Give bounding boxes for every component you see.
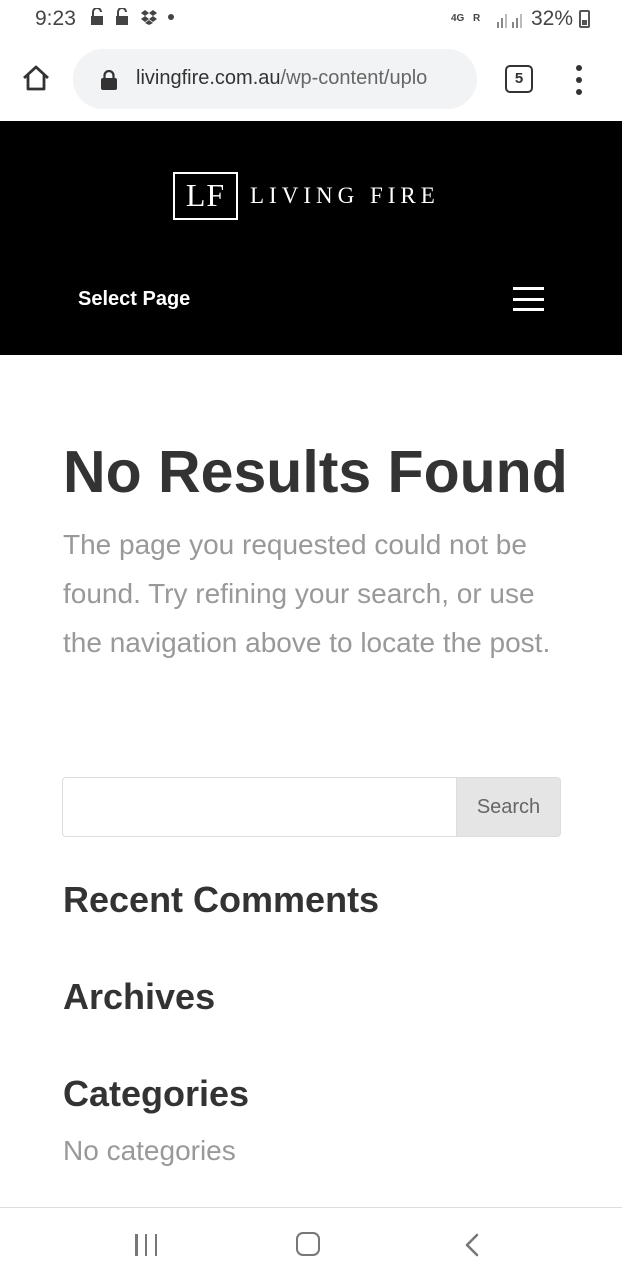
dot-icon bbox=[168, 14, 174, 20]
notification-icons bbox=[90, 8, 175, 26]
browser-toolbar: livingfire.com.au/wp-content/uplo 5 bbox=[0, 40, 622, 121]
status-time: 9:23 bbox=[35, 7, 76, 30]
archives-heading: Archives bbox=[63, 976, 216, 1017]
no-categories-text: No categories bbox=[63, 1135, 236, 1166]
system-nav-bar bbox=[0, 1207, 622, 1280]
url-path: /wp-content/uplo bbox=[280, 67, 428, 89]
status-bar: 9:23 4G R 32% bbox=[0, 0, 622, 40]
site-header: LF LIVING FIRE Select Page bbox=[0, 121, 622, 355]
url-host: livingfire.com.au bbox=[136, 67, 281, 89]
signal-icon bbox=[496, 14, 522, 28]
roaming-indicator: R bbox=[472, 13, 481, 24]
logo-text: LIVING FIRE bbox=[250, 183, 440, 208]
page-title: No Results Found bbox=[63, 439, 568, 505]
site-logo[interactable]: LF LIVING FIRE bbox=[173, 172, 440, 220]
back-icon[interactable] bbox=[462, 1232, 484, 1258]
home-button-icon[interactable] bbox=[296, 1232, 320, 1256]
search-button[interactable]: Search bbox=[456, 777, 561, 837]
recent-apps-icon[interactable] bbox=[135, 1234, 157, 1256]
tab-switcher-button[interactable]: 5 bbox=[505, 65, 533, 93]
dropbox-icon bbox=[141, 10, 157, 25]
logo-mark: LF bbox=[173, 172, 238, 220]
battery-percent: 32% bbox=[530, 7, 573, 30]
hamburger-menu-icon[interactable] bbox=[513, 287, 544, 311]
lock-open-icon bbox=[91, 8, 103, 25]
search-input[interactable] bbox=[62, 777, 456, 837]
recent-comments-heading: Recent Comments bbox=[63, 879, 380, 920]
select-page-menu[interactable]: Select Page bbox=[78, 288, 190, 311]
address-bar[interactable]: livingfire.com.au/wp-content/uplo bbox=[73, 49, 477, 109]
network-type: 4G bbox=[450, 13, 465, 24]
status-right: 4G R 32% bbox=[451, 7, 590, 31]
overflow-menu-icon[interactable] bbox=[570, 65, 588, 95]
no-results-message: The page you requested could not be foun… bbox=[63, 529, 551, 658]
lock-open-icon bbox=[116, 8, 128, 25]
home-icon[interactable] bbox=[20, 62, 52, 94]
battery-icon bbox=[579, 10, 590, 28]
url-text[interactable]: livingfire.com.au/wp-content/uplo bbox=[136, 67, 466, 90]
search-form: Search bbox=[62, 777, 561, 837]
lock-icon bbox=[101, 70, 117, 90]
categories-heading: Categories bbox=[63, 1073, 250, 1114]
